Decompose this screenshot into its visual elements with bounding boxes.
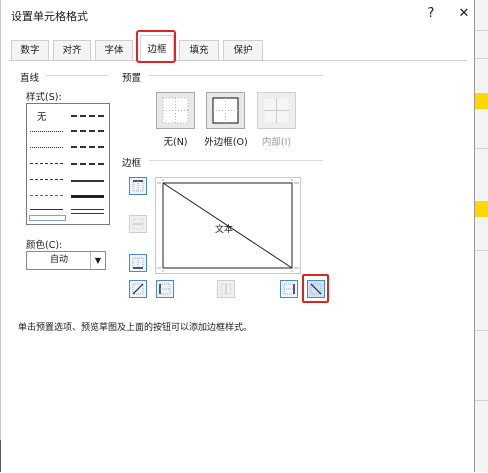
line-style-medium[interactable] bbox=[71, 180, 104, 182]
border-bottom-button[interactable] bbox=[129, 254, 147, 272]
dialog-title: 设置单元格格式 bbox=[11, 10, 88, 23]
line-style-medium-dash-dot[interactable] bbox=[71, 146, 104, 148]
highlight-box-diagonal-down bbox=[302, 274, 329, 303]
preset-inside-label: 内部(I) bbox=[261, 137, 292, 148]
border-section-divider bbox=[149, 160, 323, 161]
line-style-medium-dash-dot-dot[interactable] bbox=[71, 115, 104, 117]
border-right-icon bbox=[283, 283, 295, 295]
presets-section-divider bbox=[149, 75, 323, 76]
line-section-divider bbox=[46, 75, 108, 76]
preset-none-button[interactable] bbox=[156, 92, 195, 129]
line-style-double[interactable] bbox=[71, 209, 104, 214]
preset-none-icon bbox=[162, 97, 189, 124]
style-label: 样式(S): bbox=[26, 92, 62, 103]
grid-line bbox=[474, 148, 488, 149]
border-inside-horizontal-button[interactable] bbox=[129, 215, 147, 233]
line-style-thick[interactable] bbox=[71, 195, 104, 198]
chevron-down-icon[interactable]: ▼ bbox=[90, 252, 105, 269]
preset-inside-button[interactable] bbox=[257, 92, 296, 129]
tab-fill[interactable]: 填充 bbox=[179, 40, 219, 60]
presets-section-label: 预置 bbox=[122, 73, 142, 84]
line-style-none[interactable]: 无 bbox=[37, 109, 47, 123]
line-style-list[interactable]: 无 bbox=[26, 103, 110, 225]
color-label: 颜色(C): bbox=[26, 240, 63, 251]
close-button[interactable]: ✕ bbox=[456, 6, 472, 21]
preset-inside-icon bbox=[263, 97, 290, 124]
line-style-dash-dot[interactable] bbox=[30, 179, 63, 180]
grid-line bbox=[474, 400, 488, 401]
border-inside-vertical-button[interactable] bbox=[217, 280, 235, 298]
grid-line bbox=[474, 58, 488, 59]
preset-outline-label: 外边框(O) bbox=[204, 137, 248, 148]
yellow-cell bbox=[474, 201, 488, 217]
color-dropdown-value: 自动 bbox=[49, 255, 68, 265]
tab-protection[interactable]: 保护 bbox=[223, 40, 263, 60]
border-bottom-icon bbox=[132, 257, 144, 269]
border-top-icon bbox=[132, 180, 144, 192]
border-section-label: 边框 bbox=[122, 158, 142, 169]
tab-font[interactable]: 字体 bbox=[95, 40, 133, 60]
line-style-dashed[interactable] bbox=[30, 195, 63, 196]
preset-outline-button[interactable] bbox=[206, 92, 245, 129]
color-dropdown[interactable]: 自动 ▼ bbox=[26, 251, 106, 270]
border-diagonal-up-button[interactable] bbox=[129, 280, 147, 298]
border-top-button[interactable] bbox=[129, 177, 147, 195]
border-left-button[interactable] bbox=[156, 280, 174, 298]
hint-text: 单击预置选项、预览草图及上面的按钮可以添加边框样式。 bbox=[18, 323, 253, 333]
yellow-cell bbox=[474, 93, 488, 109]
preview-sample-text: 文本 bbox=[215, 225, 234, 235]
grid-line bbox=[474, 250, 488, 251]
highlight-box-border-tab bbox=[136, 30, 176, 63]
border-left-icon bbox=[159, 283, 171, 295]
grid-line bbox=[474, 330, 488, 331]
line-style-thin[interactable] bbox=[30, 209, 63, 210]
tab-alignment[interactable]: 对齐 bbox=[53, 40, 91, 60]
border-right-button[interactable] bbox=[280, 280, 298, 298]
preset-outline-icon bbox=[212, 97, 239, 124]
line-style-hair[interactable] bbox=[30, 131, 63, 132]
help-button[interactable]: ? bbox=[423, 6, 439, 21]
line-style-medium-dashed[interactable] bbox=[71, 163, 104, 165]
line-style-dotted[interactable] bbox=[30, 147, 63, 148]
preset-none-label: 无(N) bbox=[163, 137, 188, 148]
line-style-dash-dot-dot[interactable] bbox=[30, 163, 63, 164]
line-style-slant-dash-dot[interactable] bbox=[71, 130, 104, 132]
border-inside-vertical-icon bbox=[220, 283, 232, 295]
line-style-selected[interactable] bbox=[29, 215, 66, 221]
spreadsheet-background bbox=[474, 0, 488, 472]
grid-line bbox=[474, 30, 488, 31]
tab-number[interactable]: 数字 bbox=[11, 40, 49, 60]
line-section-label: 直线 bbox=[20, 73, 40, 84]
format-cells-dialog: 设置单元格格式 ? ✕ 数字 对齐 字体 边框 填充 保护 直线 样式(S): … bbox=[1, 0, 475, 472]
border-diagonal-up-icon bbox=[132, 283, 144, 295]
border-inside-horizontal-icon bbox=[132, 218, 144, 230]
